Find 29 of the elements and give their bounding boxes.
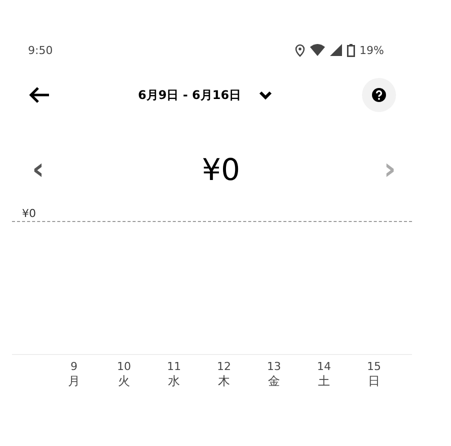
status-time: 9:50 [28, 44, 53, 56]
back-button[interactable] [28, 86, 50, 104]
y-axis-label: ¥0 [22, 207, 37, 220]
weekday-label: 月 [68, 374, 80, 389]
weekday-label: 日 [368, 374, 380, 389]
day-number: 15 [367, 359, 381, 374]
day-number: 12 [217, 359, 231, 374]
location-icon [294, 44, 305, 56]
weekday-label: 火 [118, 374, 130, 389]
weekday-label: 金 [268, 374, 280, 389]
help-icon [372, 88, 386, 102]
day-number: 11 [167, 359, 181, 374]
wifi-icon [310, 44, 325, 56]
battery-icon [346, 44, 355, 56]
back-arrow-icon [28, 86, 50, 104]
chevron-down-icon [259, 90, 272, 100]
day-number: 10 [117, 359, 131, 374]
weekday-label: 木 [218, 374, 230, 389]
help-button[interactable] [362, 78, 396, 112]
weekday-label: 土 [318, 374, 330, 389]
date-range-dropdown[interactable]: 6月9日 - 6月16日 [138, 86, 272, 104]
weekday-label: 水 [168, 374, 180, 389]
day-number: 13 [267, 359, 281, 374]
signal-icon [330, 44, 342, 56]
total-amount: ¥0 [202, 152, 240, 188]
day-number: 14 [317, 359, 331, 374]
battery-percent: 19% [360, 44, 384, 56]
day-number: 9 [70, 359, 78, 374]
previous-week-button[interactable]: ‹ [32, 155, 44, 185]
